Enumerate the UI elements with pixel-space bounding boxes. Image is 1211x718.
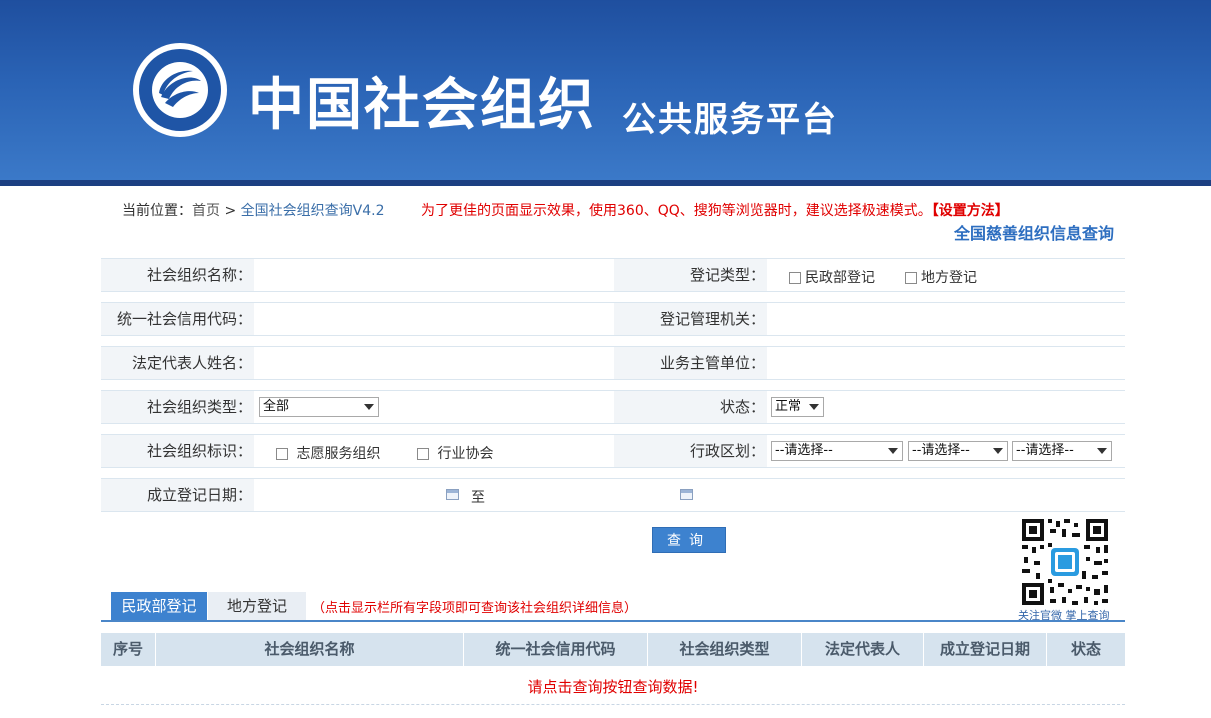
col-credit-code[interactable]: 统一社会信用代码 (464, 633, 648, 666)
org-type-field: 全部 (254, 391, 614, 423)
end-calendar-icon[interactable] (680, 489, 693, 500)
volunteer-option[interactable]: 志愿服务组织 (276, 443, 380, 463)
reg-type-field: 民政部登记 地方登记 (767, 259, 1125, 291)
status-label: 状态： (614, 391, 767, 423)
breadcrumb: 当前位置：首页 > 全国社会组织查询V4.2 (122, 200, 384, 220)
org-name-input[interactable] (254, 259, 614, 291)
site-logo[interactable] (133, 43, 227, 137)
col-org-type[interactable]: 社会组织类型 (648, 633, 802, 666)
form-row-name: 社会组织名称： 登记类型： 民政部登记 地方登记 (101, 258, 1125, 292)
supervisor-input[interactable] (767, 347, 1125, 379)
form-row-credit: 统一社会信用代码： 登记管理机关： (101, 302, 1125, 336)
reg-authority-label: 登记管理机关： (614, 303, 767, 335)
volunteer-text: 志愿服务组织 (296, 446, 381, 462)
tab-bar-divider (101, 620, 1125, 622)
chevron-down-icon (809, 404, 819, 410)
supervisor-label: 业务主管单位： (614, 347, 767, 379)
industry-assoc-text: 行业协会 (437, 446, 494, 462)
org-mark-label: 社会组织标识： (101, 435, 254, 467)
search-button[interactable]: 查询 (652, 527, 726, 553)
form-row-mark: 社会组织标识： 志愿服务组织 行业协会 行政区划： --请选择-- --请选择-… (101, 434, 1125, 468)
org-mark-field: 志愿服务组织 行业协会 (254, 435, 614, 467)
date-range-field: 至 (254, 479, 1125, 511)
results-table-header: 序号 社会组织名称 统一社会信用代码 社会组织类型 法定代表人 成立登记日期 状… (101, 633, 1125, 666)
form-row-legal: 法定代表人姓名： 业务主管单位： (101, 346, 1125, 380)
logo-emblem-icon (139, 49, 221, 131)
industry-assoc-checkbox[interactable] (417, 448, 429, 460)
empty-results-message: 请点击查询按钮查询数据! (527, 678, 699, 696)
region-label: 行政区划： (614, 435, 767, 467)
chevron-down-icon (364, 404, 374, 410)
reg-type-ministry-option[interactable]: 民政部登记 (789, 267, 875, 287)
site-title: 中国社会组织 (248, 73, 596, 138)
breadcrumb-current: 全国社会组织查询V4.2 (240, 203, 385, 219)
col-org-name[interactable]: 社会组织名称 (156, 633, 464, 666)
legal-rep-label: 法定代表人姓名： (101, 347, 254, 379)
reg-type-ministry-text: 民政部登记 (805, 270, 875, 286)
start-calendar-icon[interactable] (446, 489, 459, 500)
reg-authority-input[interactable] (767, 303, 1125, 335)
org-type-select[interactable]: 全部 (259, 397, 379, 417)
org-type-label: 社会组织类型： (101, 391, 254, 423)
status-select[interactable]: 正常 (771, 397, 824, 417)
chevron-down-icon (993, 448, 1003, 454)
site-subtitle: 公共服务平台 (622, 100, 838, 140)
date-to-label: 至 (471, 490, 485, 506)
col-status[interactable]: 状态 (1047, 633, 1125, 666)
org-type-selected: 全部 (263, 399, 290, 414)
browser-notice: 为了更佳的页面显示效果，使用360、QQ、搜狗等浏览器时，建议选择极速模式。【设… (421, 200, 1009, 220)
reg-type-ministry-checkbox[interactable] (789, 272, 801, 284)
credit-code-label: 统一社会信用代码： (101, 303, 254, 335)
industry-assoc-option[interactable]: 行业协会 (417, 443, 493, 463)
tab-local-registration[interactable]: 地方登记 (208, 592, 306, 621)
province-selected: --请选择-- (775, 443, 833, 458)
qr-code-icon (1020, 517, 1110, 607)
col-legal-rep[interactable]: 法定代表人 (802, 633, 924, 666)
header-divider (0, 180, 1211, 186)
org-name-label: 社会组织名称： (101, 259, 254, 291)
breadcrumb-prefix: 当前位置： (122, 203, 192, 219)
reg-type-local-option[interactable]: 地方登记 (905, 267, 977, 287)
legal-rep-input[interactable] (254, 347, 614, 379)
col-reg-date[interactable]: 成立登记日期 (924, 633, 1047, 666)
browser-notice-text: 为了更佳的页面显示效果，使用360、QQ、搜狗等浏览器时，建议选择极速模式。 (421, 203, 932, 219)
district-select[interactable]: --请选择-- (1012, 441, 1112, 461)
settings-method-link[interactable]: 【设置方法】 (932, 203, 1009, 219)
breadcrumb-home-link[interactable]: 首页 (192, 203, 220, 219)
province-select[interactable]: --请选择-- (771, 441, 903, 461)
chevron-down-icon (888, 448, 898, 454)
district-selected: --请选择-- (1016, 443, 1074, 458)
end-date-input[interactable] (494, 479, 694, 511)
reg-type-local-text: 地方登记 (921, 270, 977, 286)
reg-type-local-checkbox[interactable] (905, 272, 917, 284)
form-row-date: 成立登记日期： 至 (101, 478, 1125, 512)
region-field: --请选择-- --请选择-- --请选择-- (767, 435, 1125, 467)
form-row-type: 社会组织类型： 全部 状态： 正常 (101, 390, 1125, 424)
start-date-input[interactable] (254, 479, 459, 511)
reg-type-label: 登记类型： (614, 259, 767, 291)
tab-ministry-registration[interactable]: 民政部登记 (111, 592, 207, 621)
status-field: 正常 (767, 391, 1125, 423)
tab-hint: （点击显示栏所有字段项即可查询该社会组织详细信息） (312, 601, 638, 616)
charity-query-link[interactable]: 全国慈善组织信息查询 (954, 220, 1114, 244)
city-selected: --请选择-- (912, 443, 970, 458)
date-label: 成立登记日期： (101, 479, 254, 511)
volunteer-checkbox[interactable] (276, 448, 288, 460)
col-index[interactable]: 序号 (101, 633, 156, 666)
status-selected: 正常 (775, 399, 802, 414)
table-bottom-border (101, 704, 1125, 705)
city-select[interactable]: --请选择-- (908, 441, 1008, 461)
chevron-down-icon (1097, 448, 1107, 454)
credit-code-input[interactable] (254, 303, 614, 335)
breadcrumb-separator: > (224, 203, 237, 219)
